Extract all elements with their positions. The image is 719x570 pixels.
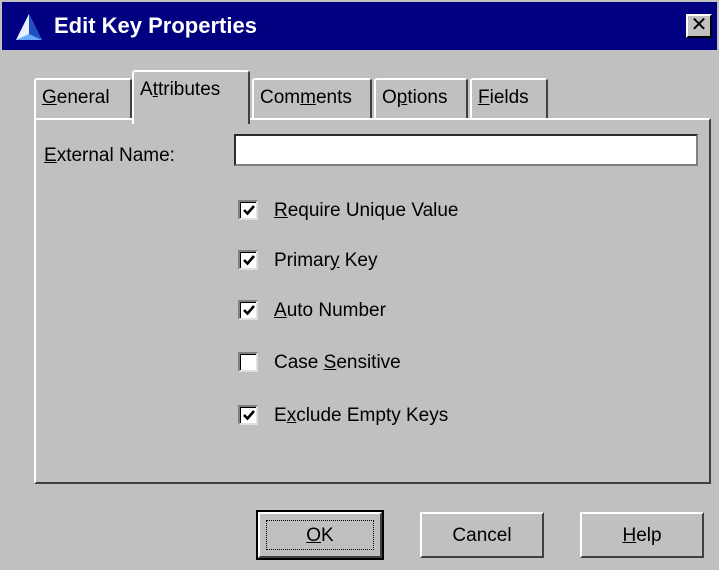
tab-attributes[interactable]: Attributes [132, 70, 250, 124]
cancel-button-label: Cancel [452, 525, 512, 546]
tab-options[interactable]: Options [374, 78, 468, 120]
tab-fields[interactable]: Fields [470, 78, 548, 120]
focus-rect [266, 520, 374, 550]
checkbox-box[interactable] [238, 300, 258, 320]
external-name-input[interactable] [234, 134, 698, 166]
help-button[interactable]: Help [580, 512, 704, 558]
ok-button[interactable]: OK [256, 510, 384, 560]
checkbox-label: Case Sensitive [274, 352, 401, 373]
tab-options-label: Options [382, 87, 448, 108]
tab-general[interactable]: General [34, 78, 132, 120]
help-button-label: Help [622, 525, 662, 546]
checkmark-icon [243, 205, 255, 216]
tab-general-label: General [42, 87, 110, 108]
close-button[interactable]: ✕ [686, 14, 712, 38]
window-title: Edit Key Properties [54, 13, 257, 38]
tab-attributes-label: Attributes [140, 79, 221, 100]
cancel-button[interactable]: Cancel [420, 512, 544, 558]
checkbox-label: Exclude Empty Keys [274, 405, 449, 426]
checkmark-icon [243, 255, 255, 266]
tab-comments-label: Comments [260, 87, 352, 108]
checkmark-icon [243, 305, 255, 316]
edit-key-properties-dialog: Edit Key Properties ✕ General Attributes… [0, 0, 719, 570]
checkbox-label: Auto Number [274, 300, 386, 321]
checkbox-box[interactable] [238, 250, 258, 270]
tab-comments[interactable]: Comments [252, 78, 372, 120]
checkbox-label: Require Unique Value [274, 200, 459, 221]
title-bar[interactable]: Edit Key Properties ✕ [2, 2, 717, 50]
external-name-label: External Name: [44, 145, 175, 166]
app-triangle-icon [16, 14, 42, 40]
checkmark-icon [243, 410, 255, 421]
tab-fields-label: Fields [478, 87, 529, 108]
checkbox-box[interactable] [238, 352, 258, 372]
checkbox-box[interactable] [238, 405, 258, 425]
checkbox-label: Primary Key [274, 250, 378, 271]
checkbox-box[interactable] [238, 200, 258, 220]
